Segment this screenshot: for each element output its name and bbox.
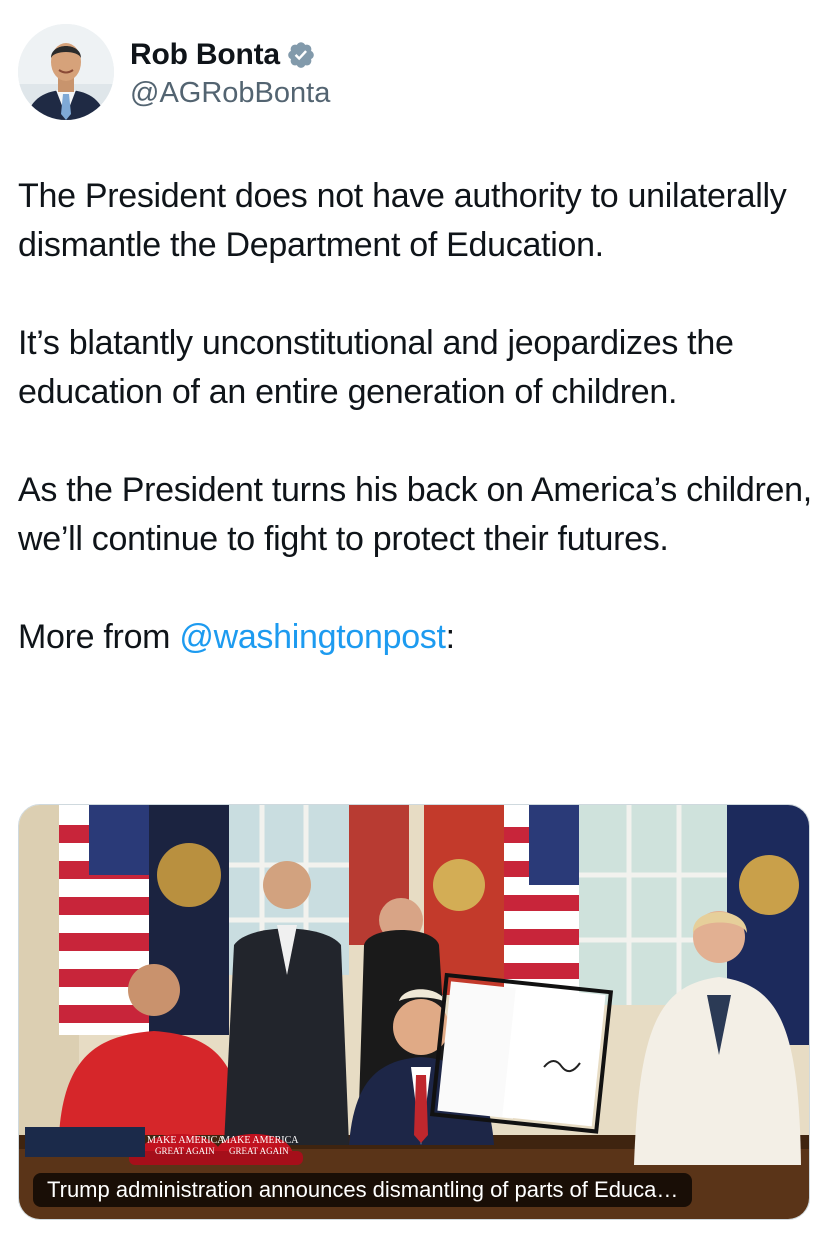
card-photo: MAKE AMERICA GREAT AGAIN MAKE AMERICA GR… [19, 805, 809, 1219]
hat-text: MAKE AMERICA [147, 1135, 225, 1146]
avatar[interactable] [18, 24, 114, 120]
author-handle[interactable]: @AGRobBonta [130, 77, 330, 110]
tweet-paragraph: It’s blatantly unconstitutional and jeop… [18, 324, 734, 411]
tweet-text: The President does not have authority to… [18, 172, 818, 662]
signed-document [429, 972, 614, 1134]
more-from-line: More from @washingtonpost: [18, 613, 818, 662]
more-from-prefix: More from [18, 618, 180, 656]
hat-text: MAKE AMERICA [221, 1135, 299, 1146]
red-hats: MAKE AMERICA GREAT AGAIN MAKE AMERICA GR… [129, 1134, 303, 1165]
tweet-header: Rob Bonta @AGRobBonta [18, 24, 330, 120]
author-names: Rob Bonta @AGRobBonta [130, 35, 330, 110]
hat-text: GREAT AGAIN [155, 1146, 215, 1156]
avatar-photo [18, 24, 114, 120]
verified-badge-icon[interactable] [286, 40, 316, 70]
more-from-suffix: : [445, 618, 455, 656]
display-name[interactable]: Rob Bonta [130, 38, 280, 72]
link-preview-card[interactable]: MAKE AMERICA GREAT AGAIN MAKE AMERICA GR… [18, 804, 810, 1220]
tweet-paragraph: As the President turns his back on Ameri… [18, 471, 812, 558]
washingtonpost-mention-link[interactable]: @washingtonpost [179, 618, 446, 656]
tweet-paragraph: The President does not have authority to… [18, 177, 787, 264]
link-card-caption[interactable]: Trump administration announces dismantli… [33, 1173, 693, 1207]
hat-text: GREAT AGAIN [229, 1146, 289, 1156]
tweet[interactable]: Rob Bonta @AGRobBonta The President does… [0, 0, 828, 1248]
name-row: Rob Bonta [130, 35, 330, 75]
